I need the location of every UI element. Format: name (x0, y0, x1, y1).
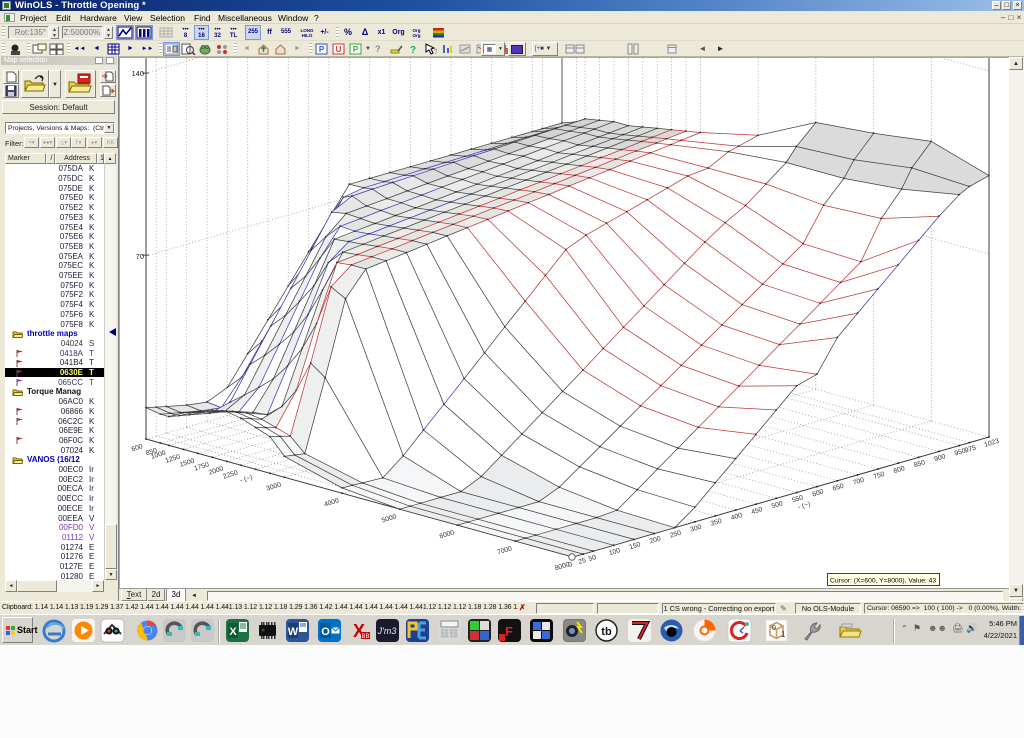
svg-text:975: 975 (964, 444, 977, 454)
svg-text:1023: 1023 (984, 438, 1001, 449)
svg-text:U: U (336, 45, 342, 54)
svg-text:600: 600 (812, 488, 825, 498)
svg-text:0: 0 (772, 625, 776, 632)
svg-text:?: ? (434, 49, 437, 55)
svg-text:tb: tb (601, 626, 612, 638)
svg-text:F: F (505, 624, 513, 639)
svg-text:650: 650 (832, 483, 845, 493)
svg-text:P: P (353, 45, 359, 54)
svg-text:Cursor: (X=600, Y=8000), Value: Cursor: (X=600, Y=8000), Value: 43 (830, 577, 936, 584)
svg-text:600: 600 (131, 443, 144, 453)
svg-text:500: 500 (771, 500, 784, 510)
svg-text:700: 700 (852, 477, 865, 487)
svg-text:25: 25 (578, 557, 587, 566)
svg-text:0: 0 (568, 561, 574, 569)
svg-text:50: 50 (588, 554, 597, 563)
svg-text:850: 850 (913, 459, 926, 469)
svg-text:W: W (288, 626, 299, 638)
svg-text:800: 800 (893, 465, 906, 475)
svg-text:3000: 3000 (266, 481, 283, 492)
svg-text:70: 70 (136, 252, 144, 261)
svg-text:4000: 4000 (323, 497, 340, 508)
svg-text:- (~): - (~) (239, 474, 253, 484)
svg-text:200: 200 (649, 535, 662, 545)
svg-text:P: P (319, 45, 325, 54)
svg-text:?: ? (410, 45, 416, 55)
svg-text:250: 250 (669, 530, 682, 540)
svg-text:1: 1 (781, 630, 786, 639)
svg-text:7000: 7000 (496, 545, 513, 556)
svg-text:400: 400 (730, 512, 743, 522)
svg-text:300: 300 (690, 524, 703, 534)
svg-text:X: X (229, 626, 237, 638)
svg-text:2250: 2250 (222, 469, 239, 480)
svg-text:350: 350 (710, 518, 723, 528)
svg-text:150: 150 (629, 541, 642, 551)
svg-text:100: 100 (608, 547, 621, 557)
svg-text:5000: 5000 (381, 513, 398, 524)
svg-text:BB: BB (361, 634, 369, 640)
svg-text:450: 450 (751, 506, 764, 516)
svg-text:750: 750 (873, 471, 886, 481)
svg-text:900: 900 (934, 453, 947, 463)
svg-text:O: O (321, 626, 330, 638)
svg-text:6000: 6000 (439, 529, 456, 540)
svg-text:J'm3: J'm3 (377, 626, 397, 636)
